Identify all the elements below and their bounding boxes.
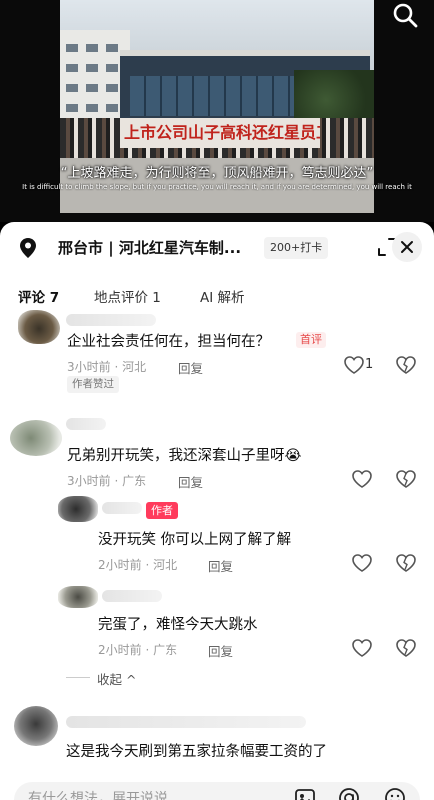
emoji-icon[interactable] [384,787,406,800]
reply-button[interactable]: 回复 [208,641,233,660]
tab-place-review[interactable]: 地点评价 1 [94,286,161,306]
avatar[interactable] [10,420,62,456]
username-blurred[interactable] [66,314,156,326]
collapse-divider [66,677,90,678]
heart-icon[interactable] [343,355,365,375]
comment-input-bar: 有什么想法，展开说说 [0,776,434,800]
dislike-icon[interactable] [395,469,417,489]
reply-button[interactable]: 回复 [178,472,203,491]
video-subtitle-cn: “上坡路难走，为行则将至，顶风船难开，笃志则必达” [60,166,374,181]
heart-icon[interactable] [351,638,373,658]
close-icon [401,241,413,253]
video-frame: 上市公司山子高科还红星员工工资 [60,0,374,213]
username-blurred[interactable] [66,716,306,728]
heart-icon[interactable] [351,553,373,573]
image-icon[interactable] [294,787,316,800]
search-icon[interactable] [392,2,418,28]
comment-time: 3小时前 · 广东 [67,474,147,488]
collapse-replies-button[interactable]: 收起 ^ [97,669,136,688]
avatar[interactable] [58,586,98,608]
comment-input-placeholder: 有什么想法，展开说说 [28,791,168,800]
reply-button[interactable]: 回复 [178,358,203,377]
avatar[interactable] [18,310,60,344]
username-blurred[interactable] [102,590,162,602]
comments-sheet: 邢台市 | 河北红星汽车制... 200+打卡 评论 7 地点评价 1 AI 解… [0,222,434,800]
comment-time: 3小时前 · 河北 [67,360,147,374]
location-pin-icon [20,238,36,258]
comment-text: 这是我今天刷到第五家拉条幅要工资的了 [66,744,327,760]
comment-text: 企业社会责任何在，担当何在？ [67,334,270,350]
dislike-icon[interactable] [395,553,417,573]
dislike-icon[interactable] [395,355,417,375]
video-player[interactable]: 上市公司山子高科还红星员工工资 “上坡路难走，为行则将至，顶风船难开，笃志则必达… [0,0,434,222]
comment-text: 完蛋了，难怪今天大跳水 [98,617,258,633]
comment-time: 2小时前 · 河北 [98,558,178,572]
like-count: 1 [365,357,374,372]
dislike-icon[interactable] [395,638,417,658]
reply-button[interactable]: 回复 [208,556,233,575]
tab-comments[interactable]: 评论 7 [18,286,59,306]
checkin-badge: 200+打卡 [264,237,329,259]
video-banner: 上市公司山子高科还红星员工工资 [120,118,320,148]
video-subtitle-en: It is difficult to climb the slope, but … [22,183,412,191]
close-button[interactable] [392,232,422,262]
comment-time: 2小时前 · 广东 [98,643,178,657]
comment-text: 兄弟别开玩笑，我还深套山子里呀😭 [67,448,302,464]
comment-text: 没开玩笑 你可以上网了解了解 [98,532,292,548]
avatar[interactable] [58,496,98,522]
author-tag: 作者 [146,502,178,519]
author-liked-tag: 作者赞过 [67,376,119,393]
avatar[interactable] [14,706,58,746]
tab-ai-analysis[interactable]: AI 解析 [200,286,245,306]
first-comment-tag: 首评 [296,332,326,348]
username-blurred[interactable] [102,502,142,514]
at-mention-icon[interactable] [338,787,360,800]
location-title[interactable]: 邢台市 | 河北红星汽车制... [58,237,241,258]
username-blurred[interactable] [66,418,106,430]
heart-icon[interactable] [351,469,373,489]
